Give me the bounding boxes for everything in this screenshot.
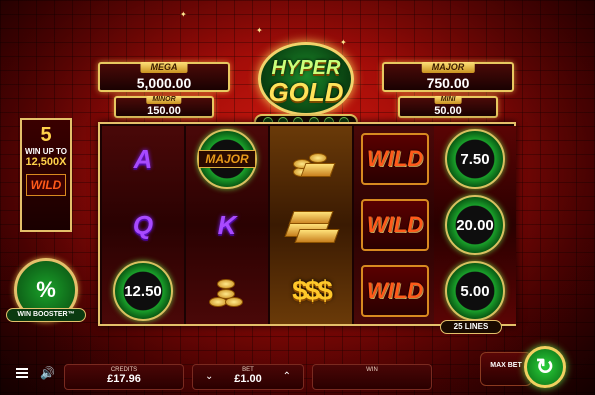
- promo-wild-text: WILD: [30, 178, 62, 192]
- game-background: ✦ ✦ ✦ MEGA 5,000.00 MINOR 150.00 MAJOR 7…: [0, 0, 595, 395]
- chip-symbol: 20.00: [434, 192, 516, 258]
- dollar-symbol: $$$: [270, 258, 352, 324]
- jackpot-minor-label: MINOR: [146, 96, 182, 104]
- promo-number: 5: [40, 124, 52, 146]
- reel-3: $$$: [270, 126, 352, 324]
- chip-value: 12.50: [124, 282, 162, 300]
- win-label: WIN: [366, 367, 378, 373]
- jackpot-major-value: 750.00: [426, 75, 470, 91]
- chip-icon: 20.00: [445, 195, 505, 255]
- spin-icon: ↻: [535, 354, 555, 379]
- wild-text: WILD: [366, 146, 424, 171]
- chip-major-label: MAJOR: [198, 150, 256, 168]
- reel-2: MAJOR K: [186, 126, 268, 324]
- gold-bars-icon: [283, 207, 340, 243]
- chip-symbol: 12.50: [102, 258, 184, 324]
- wild-symbol: WILD: [354, 126, 436, 192]
- symbol-letter: K: [217, 209, 237, 240]
- promo-value: 12,500X: [25, 156, 67, 168]
- chip-icon: 7.50: [445, 129, 505, 189]
- sparkle: ✦: [180, 10, 187, 19]
- game-logo: HYPER GOLD: [258, 42, 354, 116]
- win-panel: WIN: [312, 364, 432, 390]
- jackpot-minor: MINOR 150.00: [114, 96, 214, 118]
- chip-icon: MAJOR: [197, 129, 257, 189]
- wild-tile: WILD: [361, 199, 429, 251]
- bet-panel: ⌄ BET £1.00 ⌃: [192, 364, 304, 390]
- coins-symbol: [186, 258, 268, 324]
- bet-increase-button[interactable]: ⌃: [283, 371, 291, 382]
- wild-symbol: WILD: [354, 192, 436, 258]
- chip-icon: 12.50: [113, 261, 173, 321]
- reel-grid: A Q 12.50 MAJOR K $$$ WILD WILD WILD 7.5…: [98, 122, 516, 326]
- promo-label: WIN UP TO: [25, 147, 67, 156]
- percent-icon: %: [36, 277, 56, 302]
- wild-symbol: WILD: [354, 258, 436, 324]
- lines-badge: 25 LINES: [440, 320, 502, 334]
- logo-gold-text: GOLD: [268, 77, 344, 107]
- coins-stack-symbol: [270, 126, 352, 192]
- jackpot-mega-value: 5,000.00: [136, 75, 192, 91]
- jackpot-mini-label: MINI: [434, 96, 462, 104]
- jackpot-major-label: MAJOR: [421, 62, 475, 73]
- chip-value: 5.00: [460, 282, 490, 300]
- dollar-signs: $$$: [292, 275, 333, 306]
- jackpot-mini: MINI 50.00: [398, 96, 498, 118]
- win-booster-label: WIN BOOSTER™: [6, 308, 86, 322]
- symbol-letter: A: [133, 143, 153, 174]
- chip-value: 20.00: [456, 216, 494, 234]
- chip-symbol: 5.00: [434, 258, 516, 324]
- symbol-k: K: [186, 192, 268, 258]
- credits-value: £17.96: [107, 373, 141, 385]
- wild-text: WILD: [366, 212, 424, 237]
- promo-panel: 5 WIN UP TO 12,500X WILD: [20, 118, 72, 232]
- chip-icon: 5.00: [445, 261, 505, 321]
- jackpot-mega-label: MEGA: [140, 62, 188, 73]
- major-chip-symbol: MAJOR: [186, 126, 268, 192]
- menu-icon[interactable]: [16, 368, 28, 378]
- gold-bars-symbol: [270, 192, 352, 258]
- promo-wild-icon: WILD: [26, 174, 66, 196]
- chip-value: 7.50: [460, 150, 490, 168]
- symbol-a: A: [102, 126, 184, 192]
- credits-panel: CREDITS £17.96: [64, 364, 184, 390]
- jackpot-minor-value: 150.00: [147, 105, 181, 117]
- coins-stack-icon: [289, 139, 336, 179]
- coins-icon: [205, 271, 249, 311]
- jackpot-major: MAJOR 750.00: [382, 62, 514, 92]
- wild-tile: WILD: [361, 133, 429, 185]
- bet-decrease-button[interactable]: ⌄: [205, 371, 213, 382]
- sparkle: ✦: [340, 38, 347, 47]
- jackpot-mega: MEGA 5,000.00: [98, 62, 230, 92]
- spin-button[interactable]: ↻: [524, 346, 566, 388]
- chip-symbol: 7.50: [434, 126, 516, 192]
- symbol-letter: Q: [132, 209, 154, 240]
- reel-1: A Q 12.50: [102, 126, 184, 324]
- sound-icon[interactable]: 🔊: [40, 366, 55, 380]
- jackpot-mini-value: 50.00: [434, 105, 462, 117]
- sparkle: ✦: [256, 26, 263, 35]
- wild-text: WILD: [366, 278, 424, 303]
- wild-tile: WILD: [361, 265, 429, 317]
- reel-4: WILD WILD WILD: [354, 126, 436, 324]
- reel-5: 7.50 20.00 5.00: [434, 126, 516, 324]
- symbol-q: Q: [102, 192, 184, 258]
